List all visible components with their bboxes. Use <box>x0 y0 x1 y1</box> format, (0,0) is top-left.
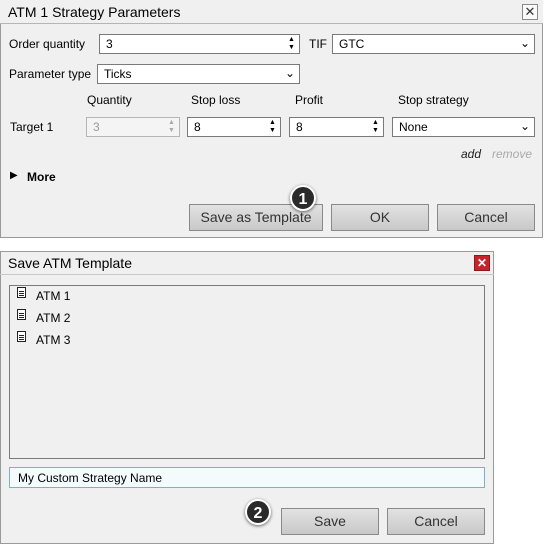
spinner-arrows-icon: ▲ ▼ <box>168 119 175 134</box>
remove-target-link: remove <box>492 147 533 161</box>
parameter-type-select[interactable]: Ticks ⌄ <box>97 64 300 84</box>
dialog2-cancel-button[interactable]: Cancel <box>387 508 485 535</box>
ok-button[interactable]: OK <box>331 204 429 231</box>
dialog2-titlebar: Save ATM Template ✕ <box>0 251 494 275</box>
parameter-type-label: Parameter type <box>9 67 92 81</box>
chevron-down-icon: ⌄ <box>284 66 295 80</box>
tif-select[interactable]: GTC ⌄ <box>332 34 535 54</box>
step-2-badge: 2 <box>245 499 271 525</box>
column-stop-loss: Stop loss <box>191 93 241 107</box>
dialog1-cancel-button[interactable]: Cancel <box>437 204 535 231</box>
target-quantity-value: 3 <box>93 120 100 134</box>
step-1-badge: 1 <box>290 185 316 211</box>
ok-label: OK <box>369 209 391 225</box>
add-target-link[interactable]: add <box>461 147 481 161</box>
expand-triangle-icon[interactable]: ▶ <box>10 170 18 181</box>
column-stop-strategy: Stop strategy <box>398 93 469 107</box>
target-1-label: Target 1 <box>10 120 54 134</box>
dialog1-title: ATM 1 Strategy Parameters <box>8 4 181 20</box>
tif-value: GTC <box>339 37 365 51</box>
dialog2-close-icon[interactable]: ✕ <box>474 255 490 271</box>
chevron-down-icon: ⌄ <box>519 36 530 50</box>
template-list[interactable] <box>9 285 485 459</box>
target-stop-loss-spinner[interactable]: 8 ▲ ▼ <box>187 117 281 137</box>
order-quantity-value: 3 <box>106 37 113 51</box>
document-icon <box>17 287 26 298</box>
target-profit-value: 8 <box>296 120 303 134</box>
template-item-atm-2[interactable]: ATM 2 <box>36 311 70 325</box>
tif-label: TIF <box>309 37 327 51</box>
document-icon <box>17 331 26 342</box>
save-button[interactable]: Save <box>281 508 379 535</box>
spinner-arrows-icon[interactable]: ▲ ▼ <box>268 119 277 135</box>
target-stop-strategy-select[interactable]: None ⌄ <box>392 117 535 137</box>
dialog1-cancel-label: Cancel <box>464 209 508 225</box>
target-stop-loss-value: 8 <box>194 120 201 134</box>
template-name-input[interactable]: My Custom Strategy Name <box>9 467 485 488</box>
dialog1-titlebar: ATM 1 Strategy Parameters ✕ <box>0 0 543 24</box>
spinner-arrows-icon[interactable]: ▲ ▼ <box>371 119 380 135</box>
spinner-arrows-icon[interactable]: ▲ ▼ <box>287 36 296 52</box>
template-item-atm-3[interactable]: ATM 3 <box>36 333 70 347</box>
dialog2-title: Save ATM Template <box>8 255 132 271</box>
dialog1-close-icon[interactable]: ✕ <box>522 4 538 20</box>
dialog2-cancel-label: Cancel <box>414 513 458 529</box>
column-profit: Profit <box>295 93 324 107</box>
template-name-value: My Custom Strategy Name <box>18 471 163 485</box>
target-quantity-spinner: 3 ▲ ▼ <box>86 117 180 137</box>
target-profit-spinner[interactable]: 8 ▲ ▼ <box>289 117 384 137</box>
target-stop-strategy-value: None <box>399 120 428 134</box>
column-quantity: Quantity <box>87 93 132 107</box>
template-item-atm-1[interactable]: ATM 1 <box>36 289 70 303</box>
order-quantity-label: Order quantity <box>9 37 86 51</box>
order-quantity-spinner[interactable]: 3 ▲ ▼ <box>99 34 300 54</box>
save-label: Save <box>314 513 346 529</box>
more-toggle[interactable]: More <box>27 170 56 184</box>
parameter-type-value: Ticks <box>104 67 132 81</box>
document-icon <box>17 309 26 320</box>
chevron-down-icon: ⌄ <box>519 119 530 133</box>
